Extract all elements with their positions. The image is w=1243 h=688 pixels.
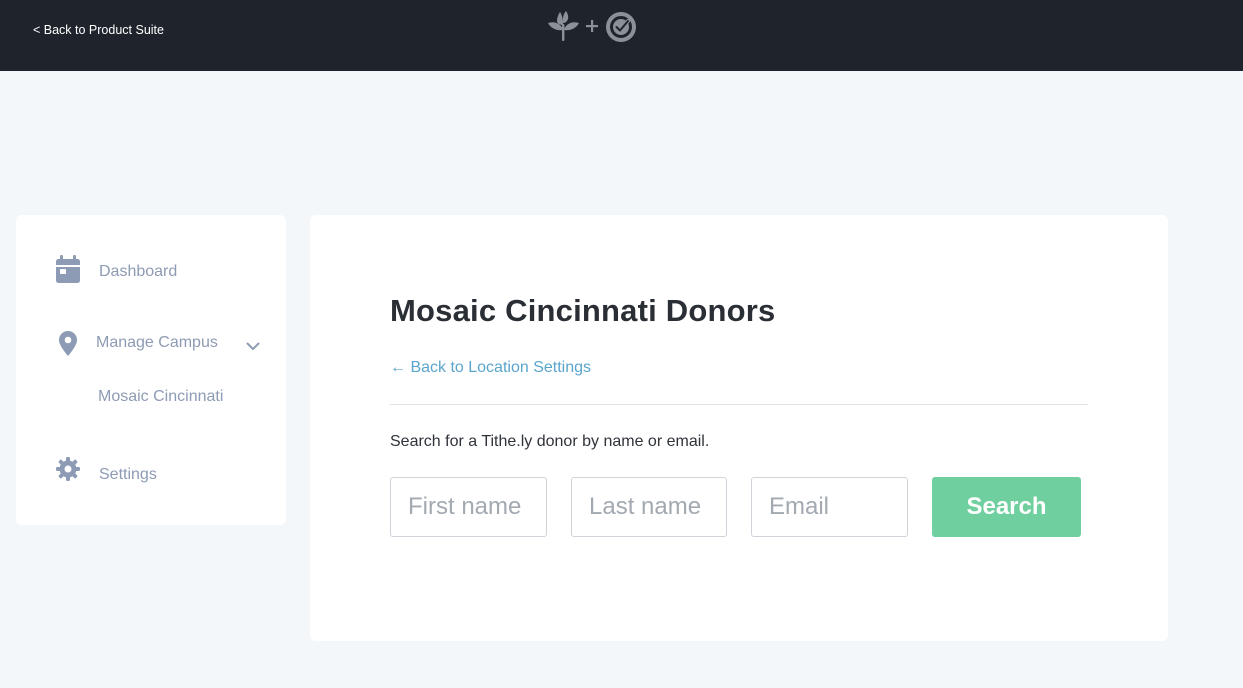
plus-icon (586, 20, 598, 32)
sidebar-item-label: Settings (99, 466, 157, 483)
map-pin-icon (59, 331, 77, 361)
sprout-icon (548, 11, 579, 41)
last-name-input[interactable] (571, 477, 727, 537)
sidebar-item-dashboard[interactable]: Dashboard (16, 251, 286, 293)
sidebar-subitem-mosaic-cincinnati[interactable]: Mosaic Cincinnati (16, 385, 286, 409)
first-name-input[interactable] (390, 477, 547, 537)
back-to-location-settings-link[interactable]: ← Back to Location Settings (390, 358, 591, 378)
divider (390, 404, 1088, 405)
top-bar: < Back to Product Suite (0, 0, 1243, 71)
sidebar-item-label: Dashboard (99, 263, 178, 280)
email-input[interactable] (751, 477, 908, 537)
search-instructions: Search for a Tithe.ly donor by name or e… (390, 433, 710, 450)
page-title: Mosaic Cincinnati Donors (390, 293, 776, 328)
gear-icon (56, 457, 80, 486)
sidebar-subitem-label: Mosaic Cincinnati (98, 388, 224, 405)
back-to-product-suite-link[interactable]: < Back to Product Suite (33, 22, 164, 38)
donor-search-card: Mosaic Cincinnati Donors ← Back to Locat… (310, 215, 1168, 641)
target-check-icon (606, 12, 636, 42)
sidebar-item-manage-campus[interactable]: Manage Campus (16, 323, 286, 365)
product-logo (546, 9, 638, 45)
chevron-down-icon[interactable] (246, 338, 260, 356)
sidebar: Dashboard Manage Campus Mosaic Cincinnat… (16, 215, 286, 525)
sidebar-item-label: Manage Campus (96, 334, 218, 351)
calendar-icon (56, 255, 80, 288)
sidebar-item-settings[interactable]: Settings (16, 455, 286, 497)
search-button[interactable]: Search (932, 477, 1081, 537)
